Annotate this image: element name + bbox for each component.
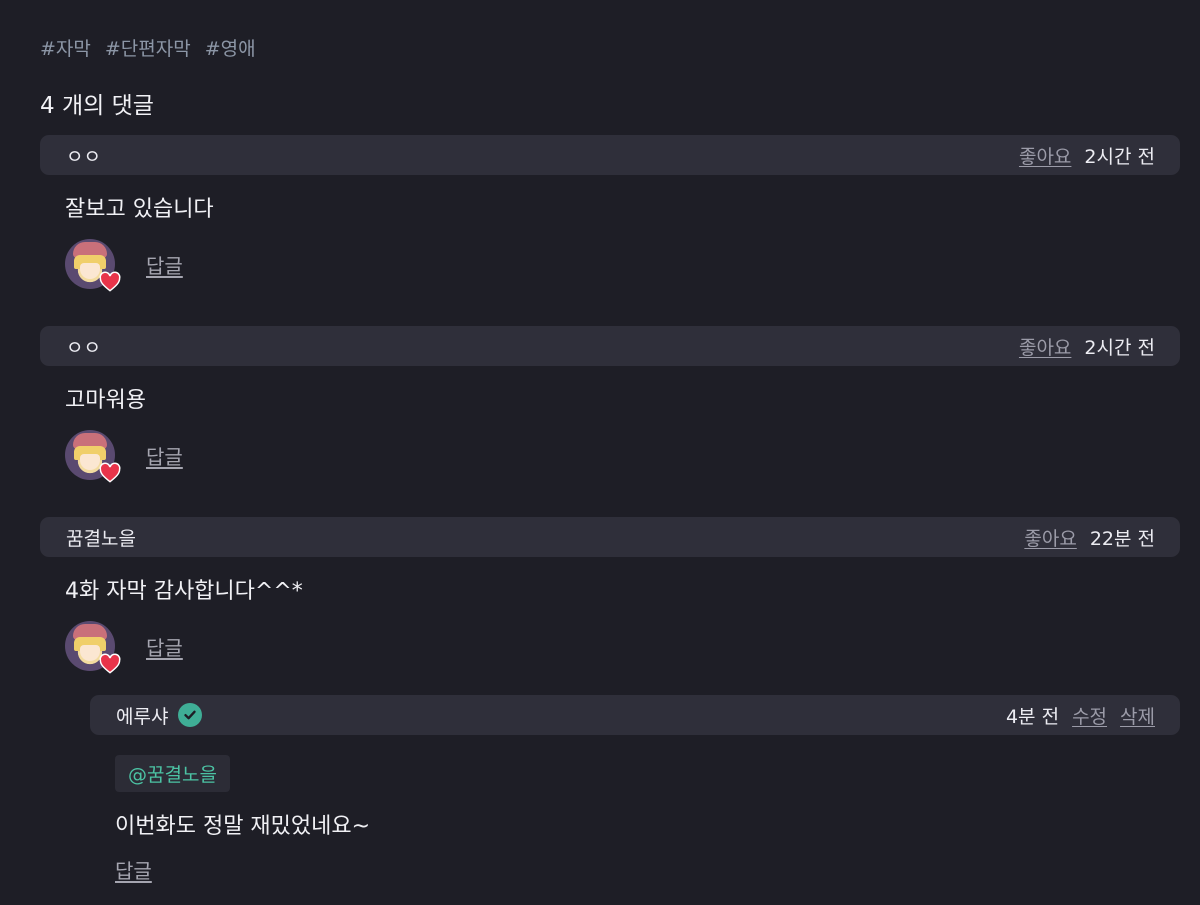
heart-icon <box>99 653 121 674</box>
comment-time: 2시간 전 <box>1084 145 1155 168</box>
heart-icon <box>99 462 121 483</box>
reply-actions: 답글 <box>115 854 1180 884</box>
delete-button[interactable]: 삭제 <box>1120 702 1155 729</box>
reply-button[interactable]: 답글 <box>146 250 183 279</box>
avatar[interactable] <box>65 621 121 674</box>
comment-header: ㅇㅇ 좋아요 2시간 전 <box>40 135 1180 175</box>
comment-header: 꿈결노을 좋아요 22분 전 <box>40 517 1180 557</box>
comment-meta: 좋아요 2시간 전 <box>1019 333 1155 360</box>
comment-actions: 답글 <box>65 239 1180 292</box>
verified-check-icon <box>178 703 203 727</box>
comment-actions: 답글 <box>65 621 1180 674</box>
comment-body: 잘보고 있습니다 <box>65 197 214 222</box>
reply-time: 4분 전 <box>1005 705 1060 728</box>
heart-icon <box>99 271 121 292</box>
tag-item[interactable]: #영애 <box>205 34 256 61</box>
comment-time: 2시간 전 <box>1084 336 1155 359</box>
comment-author: 꿈결노을 <box>66 527 136 550</box>
comments-page: #자막 #단편자막 #영애 4 개의 댓글 ㅇㅇ 좋아요 2시간 전 잘보고 있… <box>0 0 1200 905</box>
comment-item: ㅇㅇ 좋아요 2시간 전 잘보고 있습니다 답글 <box>40 135 1180 292</box>
reply-author: 에루샤 <box>116 705 169 728</box>
avatar[interactable] <box>65 239 121 292</box>
reply-header: 에루샤 4분 전 수정 삭제 <box>90 695 1180 735</box>
reply-button[interactable]: 답글 <box>146 632 183 661</box>
reply-author-wrap: 에루샤 <box>116 702 203 729</box>
comment-author: ㅇㅇ <box>66 145 101 168</box>
tag-item[interactable]: #단편자막 <box>105 34 191 61</box>
mention-tag[interactable]: @꿈결노을 <box>115 755 230 792</box>
comment-meta: 좋아요 2시간 전 <box>1019 142 1155 169</box>
comment-header: ㅇㅇ 좋아요 2시간 전 <box>40 326 1180 366</box>
reply-item: 에루샤 4분 전 수정 삭제 @꿈결노을 이번화도 정말 재밌었네요~ 답글 <box>90 695 1180 884</box>
reply-button[interactable]: 답글 <box>146 441 183 470</box>
comment-time: 22분 전 <box>1089 527 1155 550</box>
edit-button[interactable]: 수정 <box>1072 702 1107 729</box>
comment-body: 고마워용 <box>65 388 146 413</box>
comment-author: ㅇㅇ <box>66 336 101 359</box>
reply-button[interactable]: 답글 <box>115 855 152 884</box>
comment-actions: 답글 <box>65 430 1180 483</box>
avatar[interactable] <box>65 430 121 483</box>
comment-body: 4화 자막 감사합니다^^* <box>65 579 303 604</box>
like-button[interactable]: 좋아요 <box>1019 142 1071 169</box>
tag-item[interactable]: #자막 <box>40 34 91 61</box>
like-button[interactable]: 좋아요 <box>1024 524 1076 551</box>
comment-meta: 좋아요 22분 전 <box>1024 524 1155 551</box>
comment-item: 꿈결노을 좋아요 22분 전 4화 자막 감사합니다^^* 답글 <box>40 517 1180 674</box>
comment-item: ㅇㅇ 좋아요 2시간 전 고마워용 답글 <box>40 326 1180 483</box>
like-button[interactable]: 좋아요 <box>1019 333 1071 360</box>
tag-list: #자막 #단편자막 #영애 <box>40 34 256 61</box>
reply-body: 이번화도 정말 재밌었네요~ <box>115 814 371 839</box>
comment-count-heading: 4 개의 댓글 <box>40 93 154 119</box>
reply-meta: 4분 전 수정 삭제 <box>1006 702 1155 729</box>
